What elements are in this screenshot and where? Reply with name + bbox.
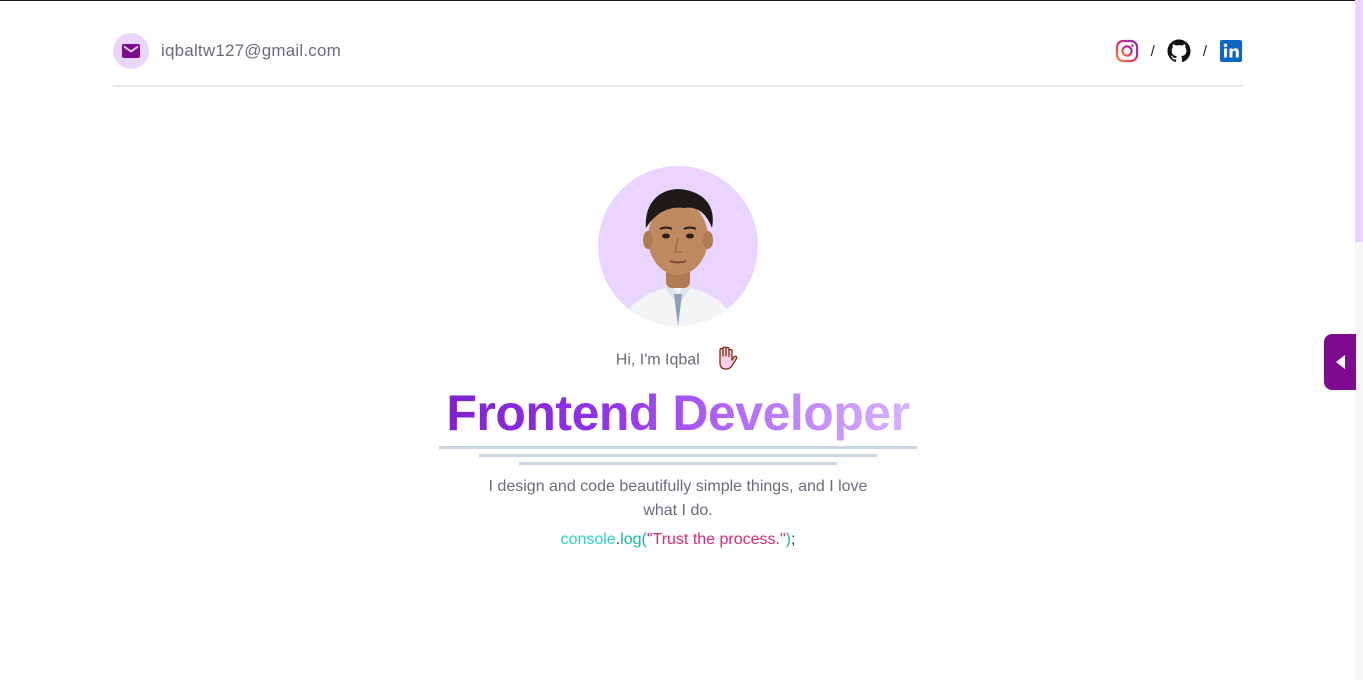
greeting-text: Hi, I'm Iqbal [615, 351, 700, 369]
header: iqbaltw127@gmail.com / / [113, 33, 1243, 69]
waving-hand-icon [714, 345, 740, 376]
tagline: I design and code beautifully simple thi… [488, 478, 868, 519]
instagram-icon[interactable] [1115, 39, 1139, 63]
github-icon[interactable] [1167, 39, 1191, 63]
code-method: log [620, 531, 642, 548]
greeting: Hi, I'm Iqbal [0, 345, 1356, 376]
social-links: / / [1115, 39, 1243, 63]
code-snippet: console.log("Trust the process."); [0, 531, 1356, 549]
separator: / [1150, 42, 1155, 60]
code-object: console [560, 531, 616, 548]
top-border [0, 0, 1363, 1]
code-string: "Trust the process." [646, 531, 786, 548]
title-underline [519, 462, 837, 465]
linkedin-icon[interactable] [1219, 39, 1243, 63]
hero-title-text: Frontend Developer [446, 385, 910, 441]
separator: / [1202, 42, 1207, 60]
header-divider [113, 85, 1243, 87]
code-semicolon: ; [790, 531, 796, 548]
hero-title: Frontend Developer [0, 384, 1356, 442]
title-underline [479, 454, 877, 457]
mail-icon[interactable] [113, 33, 149, 69]
email-link[interactable]: iqbaltw127@gmail.com [161, 41, 341, 61]
scrollbar-thumb[interactable] [1355, 0, 1363, 242]
avatar [598, 166, 758, 326]
title-underline [439, 446, 917, 449]
